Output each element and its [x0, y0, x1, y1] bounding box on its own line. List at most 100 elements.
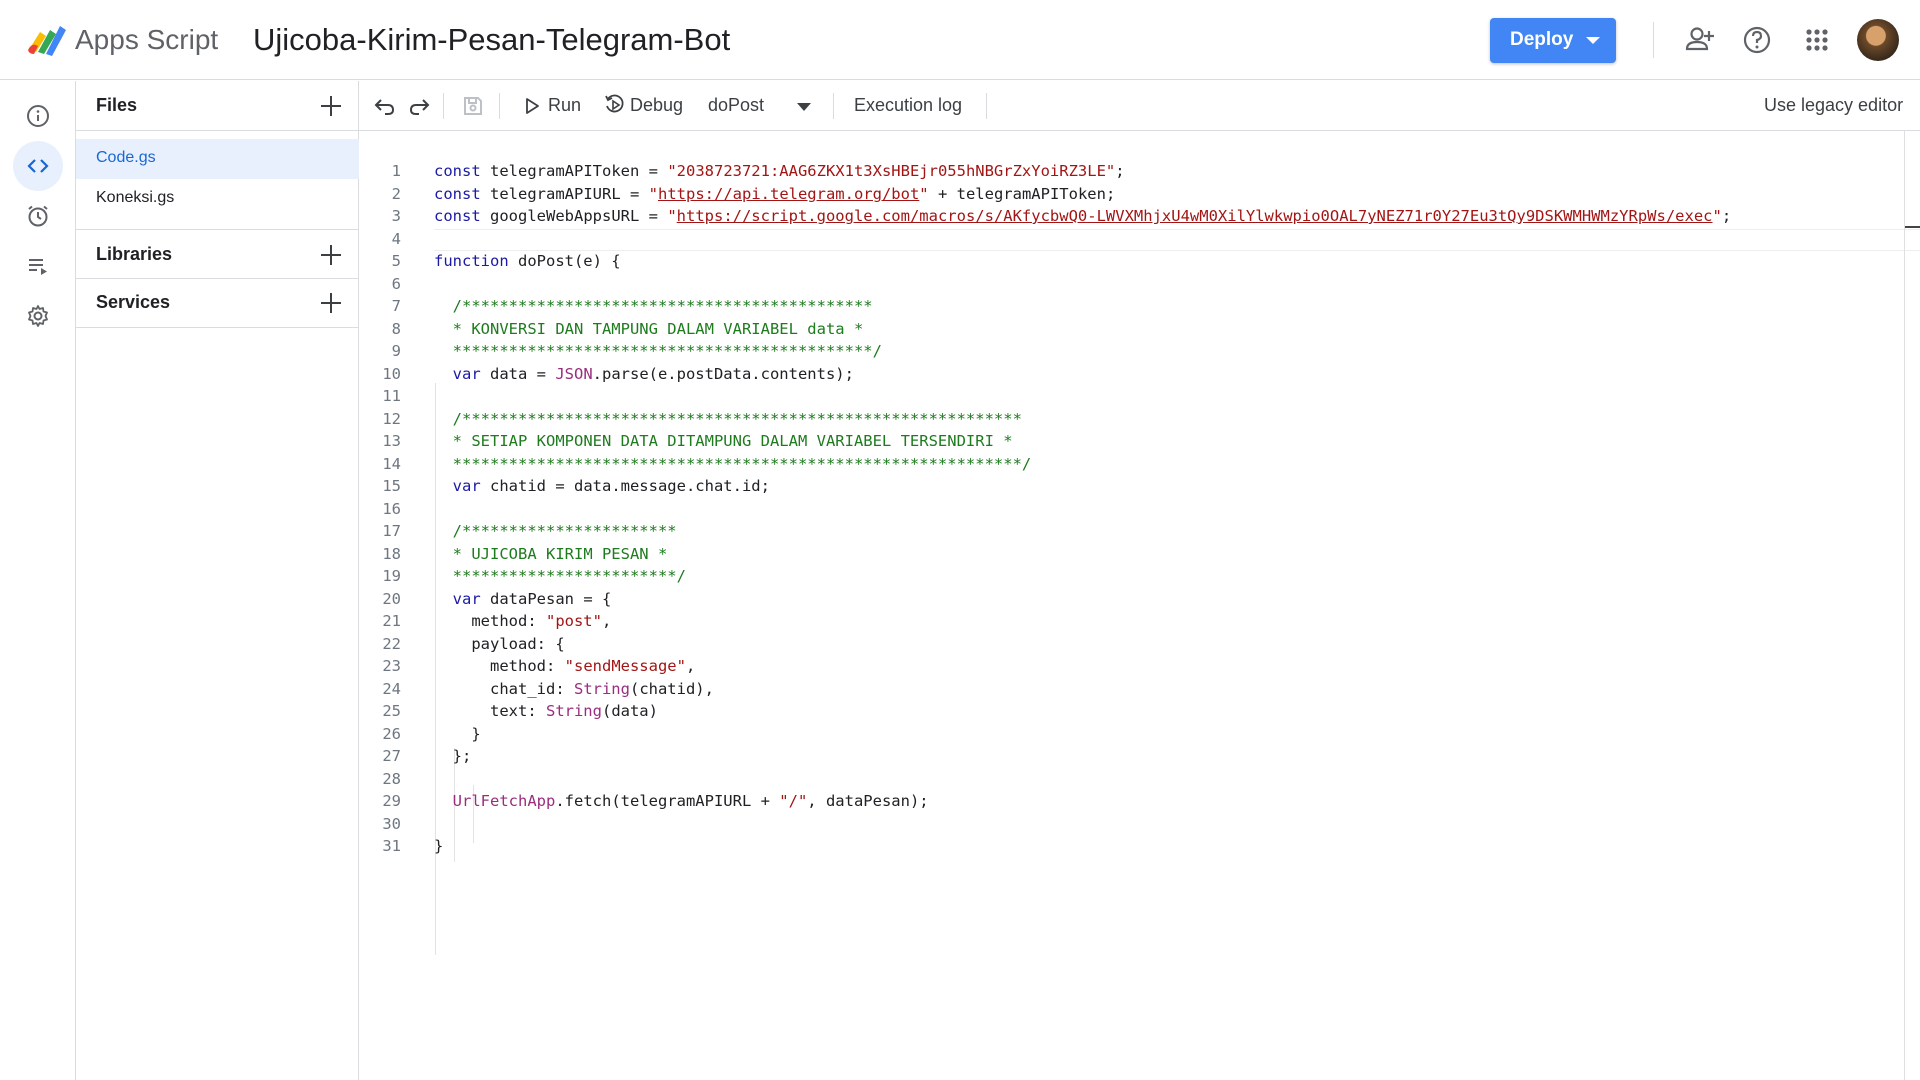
- api-url-link[interactable]: https://api.telegram.org/bot: [658, 185, 919, 203]
- line-number: 25: [382, 702, 401, 720]
- comment: ************************/: [452, 567, 686, 585]
- line-number: 21: [382, 612, 401, 630]
- deploy-button[interactable]: Deploy: [1490, 18, 1616, 63]
- code-line: 5 function doPost(e) {: [359, 252, 1920, 274]
- info-icon: [27, 105, 49, 127]
- code-line: 2 const telegramAPIURL = "https://api.tel…: [359, 185, 1920, 207]
- line-number: 23: [382, 657, 401, 675]
- line-number: 8: [391, 320, 401, 338]
- file-name: Koneksi.gs: [96, 189, 175, 206]
- comment: * SETIAP KOMPONEN DATA DITAMPUNG DALAM V…: [452, 432, 1013, 450]
- executions-nav[interactable]: [13, 241, 63, 291]
- add-file-icon[interactable]: [319, 94, 343, 118]
- code-icon: [27, 159, 49, 173]
- divider: [443, 93, 444, 119]
- line-number: 9: [391, 342, 401, 360]
- scrollbar-cursor-marker: [1905, 226, 1920, 228]
- debug-icon: [605, 94, 624, 113]
- line-number: 13: [382, 432, 401, 450]
- code-line: 8 * KONVERSI DAN TAMPUNG DALAM VARIABEL …: [359, 320, 1920, 342]
- settings-nav[interactable]: [13, 291, 63, 341]
- line-number: 24: [382, 680, 401, 698]
- file-item-koneksi-gs[interactable]: Koneksi.gs: [76, 179, 359, 219]
- code-line: 29 UrlFetchApp.fetch(telegramAPIURL + "/…: [359, 792, 1920, 814]
- line-number: 28: [382, 770, 401, 788]
- save-icon[interactable]: [461, 94, 485, 118]
- editor-scrollbar[interactable]: [1904, 131, 1905, 1080]
- code-line: 17 /***********************: [359, 522, 1920, 544]
- code-line: 26 }: [359, 725, 1920, 747]
- code-line: 16: [359, 500, 1920, 522]
- code-line: 19 ************************/: [359, 567, 1920, 589]
- line-number: 15: [382, 477, 401, 495]
- debug-label: Debug: [630, 95, 684, 115]
- line-number: 12: [382, 410, 401, 428]
- code-line: 18 * UJICOBA KIRIM PESAN *: [359, 545, 1920, 567]
- code-line: 7 /*************************************…: [359, 297, 1920, 319]
- comment: /***********************: [452, 522, 677, 540]
- overview-nav[interactable]: [13, 91, 63, 141]
- run-label: Run: [548, 95, 582, 115]
- redo-icon[interactable]: [407, 94, 431, 118]
- app-name[interactable]: Apps Script: [75, 24, 218, 56]
- code-line: 24 chat_id: String(chatid),: [359, 680, 1920, 702]
- files-label: Files: [96, 95, 138, 115]
- file-name: Code.gs: [96, 149, 156, 166]
- line-number: 27: [382, 747, 401, 765]
- services-section-header[interactable]: Services: [76, 278, 359, 328]
- files-sidebar: Files Code.gs Koneksi.gs Libraries Servi…: [76, 81, 359, 1080]
- code-line: 3 const googleWebAppsURL = "https://scrip…: [359, 207, 1920, 229]
- line-number: 19: [382, 567, 401, 585]
- string-literal: "/": [779, 792, 808, 810]
- string-literal: "post": [545, 612, 602, 630]
- code-line: 13 * SETIAP KOMPONEN DATA DITAMPUNG DALA…: [359, 432, 1920, 454]
- line-number: 3: [391, 207, 401, 225]
- line-number: 30: [382, 815, 401, 833]
- apps-script-logo[interactable]: [26, 20, 68, 58]
- triggers-nav[interactable]: [13, 191, 63, 241]
- avatar[interactable]: [1857, 19, 1899, 61]
- add-person-icon[interactable]: [1682, 22, 1718, 58]
- line-number: 10: [382, 365, 401, 383]
- chevron-down-icon: [797, 103, 811, 111]
- add-service-icon[interactable]: [319, 291, 343, 315]
- editor-nav[interactable]: [13, 141, 63, 191]
- help-icon[interactable]: [1739, 22, 1775, 58]
- comment: ****************************************…: [452, 342, 882, 360]
- apps-grid-icon[interactable]: [1799, 22, 1835, 58]
- libraries-section-header[interactable]: Libraries: [76, 229, 359, 279]
- code-line: 31}: [359, 837, 1920, 859]
- executions-list-icon: [29, 259, 47, 275]
- webapp-url-link[interactable]: https://script.google.com/macros/s/AKfyc…: [677, 207, 1713, 225]
- add-library-icon[interactable]: [319, 243, 343, 267]
- line-number: 26: [382, 725, 401, 743]
- function-selected: doPost: [708, 95, 765, 115]
- code-line: 28: [359, 770, 1920, 792]
- code-line: 15 var chatid = data.message.chat.id;: [359, 477, 1920, 499]
- code-line: 10 var data = JSON.parse(e.postData.cont…: [359, 365, 1920, 387]
- line-number: 1: [391, 162, 401, 180]
- line-number: 7: [391, 297, 401, 315]
- comment: * UJICOBA KIRIM PESAN *: [452, 545, 668, 563]
- divider: [1653, 22, 1654, 58]
- execution-log-button[interactable]: Execution log: [854, 95, 962, 116]
- comment: /***************************************…: [452, 410, 1022, 428]
- code-line: 9 **************************************…: [359, 342, 1920, 364]
- line-number: 11: [382, 387, 401, 405]
- undo-icon[interactable]: [373, 94, 397, 118]
- code-line: 20 var dataPesan = {: [359, 590, 1920, 612]
- file-item-code-gs[interactable]: Code.gs: [76, 139, 359, 179]
- line-number: 20: [382, 590, 401, 608]
- files-section-header: Files: [76, 81, 359, 131]
- use-legacy-editor-link[interactable]: Use legacy editor: [1764, 95, 1903, 116]
- project-title[interactable]: Ujicoba-Kirim-Pesan-Telegram-Bot: [253, 22, 730, 58]
- code-line: 12 /************************************…: [359, 410, 1920, 432]
- editor-toolbar: Run Debug doPost Execution log Use legac…: [359, 81, 1920, 131]
- divider: [499, 93, 500, 119]
- code-line: 6: [359, 275, 1920, 297]
- libraries-label: Libraries: [96, 244, 173, 264]
- left-nav-rail: [0, 81, 76, 1080]
- code-editor[interactable]: 1 const telegramAPIToken = "2038723721:AA…: [359, 131, 1920, 1080]
- code-line: 30: [359, 815, 1920, 837]
- line-number: 5: [391, 252, 401, 270]
